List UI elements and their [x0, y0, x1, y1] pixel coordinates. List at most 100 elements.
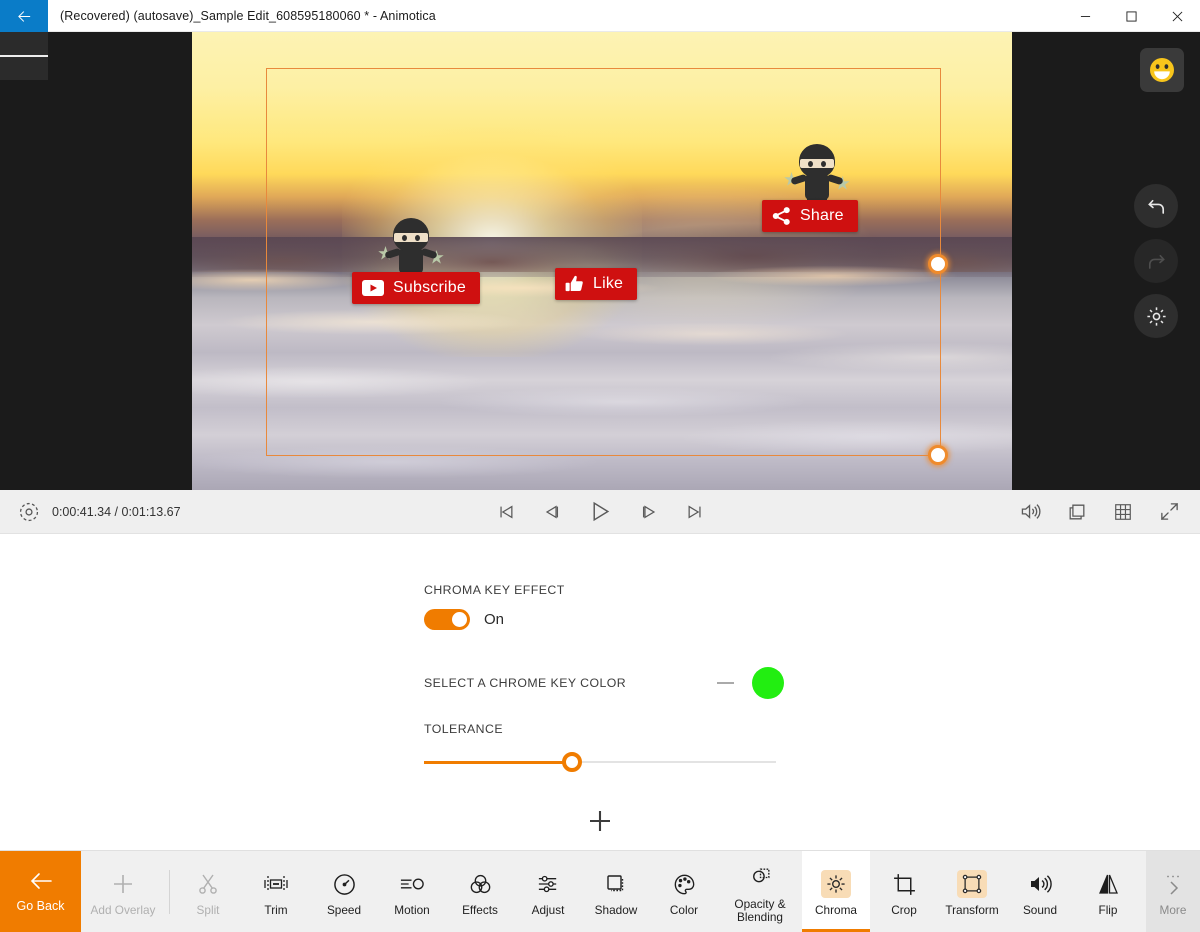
tool-transform[interactable]: Transform — [938, 851, 1006, 932]
window-controls — [1062, 0, 1200, 31]
tool-shadow[interactable]: Shadow — [582, 851, 650, 932]
slider-thumb[interactable] — [561, 752, 582, 772]
chevron-right-icon — [1160, 870, 1186, 898]
transport-bar: 0:00:41.34 / 0:01:13.67 — [0, 490, 1200, 534]
tool-effects[interactable]: Effects — [446, 851, 514, 932]
toolbar-divider — [169, 869, 170, 914]
chroma-color-row: SELECT A CHROME KEY COLOR — [424, 666, 784, 700]
tool-label: Transform — [945, 903, 999, 917]
tool-opacity-blending[interactable]: Opacity & Blending — [718, 851, 802, 932]
toggle-knob — [452, 612, 467, 627]
tool-speed[interactable]: Speed — [310, 851, 378, 932]
speedometer-icon — [332, 870, 357, 898]
tolerance-slider[interactable] — [424, 752, 784, 772]
video-preview[interactable]: Subscribe Like Share — [192, 32, 1012, 490]
tool-color[interactable]: Color — [650, 851, 718, 932]
skip-to-end-button[interactable] — [686, 500, 704, 523]
emoji-button[interactable] — [1140, 48, 1184, 92]
minimize-button[interactable] — [1062, 0, 1108, 32]
tool-label: Flip — [1098, 903, 1118, 917]
window-back-button[interactable] — [0, 0, 48, 32]
chroma-color-swatch[interactable] — [752, 667, 784, 699]
play-button[interactable] — [589, 500, 612, 523]
mountain-ridge — [192, 200, 1012, 272]
add-chroma-color-button[interactable] — [583, 804, 617, 838]
minus-icon[interactable] — [714, 672, 736, 694]
maximize-button[interactable] — [1108, 0, 1154, 32]
smiley-face-icon — [1150, 58, 1174, 82]
tolerance-label: TOLERANCE — [424, 722, 503, 736]
resize-handle-bottom-right[interactable] — [928, 445, 948, 465]
plus-icon — [590, 811, 610, 831]
step-forward-button[interactable] — [640, 500, 658, 523]
tool-crop[interactable]: Crop — [870, 851, 938, 932]
tool-label: Chroma — [815, 903, 857, 917]
skip-to-start-button[interactable] — [497, 500, 515, 523]
tool-label: Effects — [462, 903, 498, 917]
tool-label: Sound — [1022, 903, 1058, 917]
settings-button[interactable] — [1134, 294, 1178, 338]
motion-icon — [399, 870, 426, 898]
overlay-share-label: Share — [800, 207, 844, 224]
share-nodes-icon — [772, 207, 791, 225]
undo-arrow-icon — [1147, 199, 1164, 214]
arrow-left-icon — [30, 873, 52, 889]
go-back-label: Go Back — [16, 899, 65, 913]
thumbs-up-icon — [565, 275, 584, 293]
tool-chroma[interactable]: Chroma — [802, 851, 870, 932]
undo-button[interactable] — [1134, 184, 1178, 228]
tool-label: Adjust — [531, 903, 565, 917]
window-title: (Recovered) (autosave)_Sample Edit_60859… — [60, 8, 436, 23]
ninja-character — [378, 218, 444, 280]
close-button[interactable] — [1154, 0, 1200, 32]
preview-stage: Subscribe Like Share — [0, 32, 1200, 490]
tool-split[interactable]: Split — [174, 851, 242, 932]
tool-adjust[interactable]: Adjust — [514, 851, 582, 932]
tool-label: Crop — [891, 903, 917, 917]
animotica-window: (Recovered) (autosave)_Sample Edit_60859… — [0, 0, 1200, 932]
tool-list: Add Overlay Split Trim Speed Motion Effe… — [81, 851, 1200, 932]
tool-label: Speed — [326, 903, 362, 917]
chroma-color-label: SELECT A CHROME KEY COLOR — [424, 676, 627, 690]
step-back-button[interactable] — [543, 500, 561, 523]
transform-icon — [957, 870, 987, 898]
palette-icon — [672, 870, 697, 898]
chroma-toggle-state: On — [484, 611, 505, 628]
tool-label: More — [1159, 903, 1187, 917]
tool-label: Opacity & Blending — [734, 896, 786, 924]
redo-button — [1134, 239, 1178, 283]
hamburger-menu-icon[interactable] — [0, 32, 48, 80]
chroma-effect-toggle[interactable] — [424, 609, 470, 630]
tool-flip[interactable]: Flip — [1074, 851, 1142, 932]
tool-add-overlay[interactable]: Add Overlay — [81, 851, 165, 932]
tool-label: Split — [196, 903, 220, 917]
tool-motion[interactable]: Motion — [378, 851, 446, 932]
fullscreen-button[interactable] — [1159, 501, 1180, 522]
tool-trim[interactable]: Trim — [242, 851, 310, 932]
crop-icon — [892, 870, 917, 898]
volume-button[interactable] — [1020, 502, 1041, 521]
trim-icon — [263, 870, 289, 898]
shadow-square-icon — [604, 870, 628, 898]
tool-sound[interactable]: Sound — [1006, 851, 1074, 932]
redo-arrow-icon — [1148, 254, 1165, 269]
effects-rings-icon — [468, 870, 493, 898]
add-color-row — [424, 804, 776, 838]
resize-handle-right[interactable] — [928, 254, 948, 274]
chroma-toggle-row: On — [424, 609, 784, 630]
tool-more[interactable]: More — [1146, 851, 1200, 932]
duplicate-button[interactable] — [1067, 502, 1087, 522]
speaker-volume-icon — [1028, 870, 1053, 898]
youtube-play-icon — [362, 280, 384, 296]
tool-label: Trim — [264, 903, 288, 917]
plus-icon — [110, 870, 136, 898]
go-back-button[interactable]: Go Back — [0, 851, 81, 932]
transport-right — [1020, 501, 1180, 522]
slider-fill — [424, 761, 572, 764]
title-bar: (Recovered) (autosave)_Sample Edit_60859… — [0, 0, 1200, 32]
ninja-character — [784, 144, 850, 206]
grid-button[interactable] — [1113, 502, 1133, 522]
chroma-key-icon — [821, 870, 851, 898]
overlay-like[interactable]: Like — [555, 268, 638, 300]
editor-toolbar: Go Back Add Overlay Split Trim Speed Mot… — [0, 850, 1200, 932]
